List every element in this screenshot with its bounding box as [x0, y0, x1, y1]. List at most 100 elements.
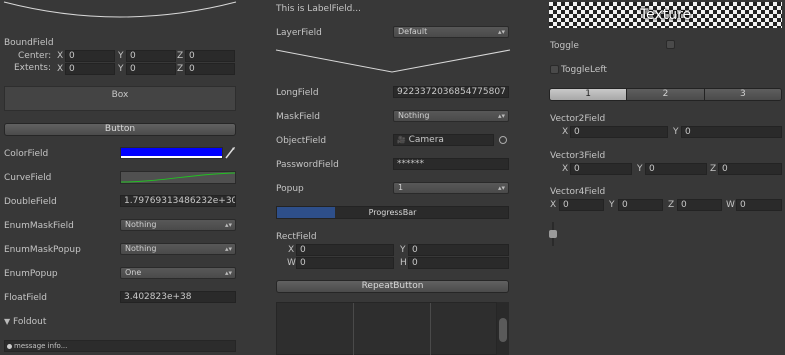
slider-thumb[interactable]	[549, 230, 557, 238]
toolbar-option-1[interactable]: 1	[550, 89, 628, 100]
rect-y-label: Y	[400, 245, 406, 255]
object-picker-icon[interactable]	[499, 136, 507, 144]
double-field[interactable]: 1.79769313486232e+308	[120, 195, 236, 207]
enum-popup-value: One	[125, 268, 142, 277]
long-field[interactable]: 9223372036854775807	[393, 86, 509, 98]
vector2-x-field[interactable]: 0	[570, 126, 668, 138]
popup-value: 1	[398, 183, 404, 192]
layer-field-value: Default	[398, 27, 428, 36]
curve-field[interactable]	[120, 171, 236, 184]
dropdown-arrow-icon: ▴▾	[497, 112, 505, 120]
repeat-button[interactable]: RepeatButton	[276, 280, 509, 293]
vector4-z-field[interactable]: 0	[677, 199, 722, 211]
foldout-arrow-icon: ▼	[4, 317, 11, 326]
rect-w-field[interactable]: 0	[296, 257, 394, 269]
top-curve-line	[3, 1, 237, 18]
vector4-x-label: X	[550, 200, 557, 210]
curve-field-label: CurveField	[4, 173, 52, 183]
center-y-label: Y	[118, 51, 124, 61]
dropdown-arrow-icon: ▴▾	[497, 184, 505, 192]
rect-y-field[interactable]: 0	[408, 244, 509, 256]
extents-x-label: X	[57, 64, 64, 74]
center-y-field[interactable]: 0	[126, 50, 176, 62]
vector3-z-field[interactable]: 0	[718, 163, 782, 175]
enum-mask-field-value: Nothing	[125, 220, 157, 229]
extents-y-field[interactable]: 0	[126, 63, 176, 75]
info-icon	[7, 343, 12, 349]
mask-field-value: Nothing	[398, 111, 430, 120]
enum-mask-field-label: EnumMaskField	[4, 221, 74, 231]
color-field[interactable]	[120, 147, 223, 159]
vector4-z-label: Z	[668, 200, 675, 210]
label-field: This is LabelField...	[276, 4, 361, 14]
vector2-y-field[interactable]: 0	[681, 126, 782, 138]
toggle-left-label: ToggleLeft	[561, 65, 607, 75]
vector4-w-field[interactable]: 0	[736, 199, 782, 211]
color-field-label: ColorField	[4, 149, 49, 159]
object-field-label: ObjectField	[276, 136, 327, 146]
float-field[interactable]: 3.402823e+38	[120, 291, 236, 303]
dropdown-arrow-icon: ▴▾	[224, 269, 232, 277]
extents-z-label: Z	[177, 64, 184, 74]
extents-y-label: Y	[118, 64, 124, 74]
extents-z-field[interactable]: 0	[185, 63, 235, 75]
rect-h-field[interactable]: 0	[408, 257, 509, 269]
progress-bar-label: ProgressBar	[368, 208, 417, 217]
enum-mask-field-dropdown[interactable]: Nothing ▴▾	[120, 219, 236, 231]
extents-x-field[interactable]: 0	[65, 63, 115, 75]
texture-preview: Texture	[549, 2, 782, 28]
bound-extents-label: Extents:	[14, 63, 52, 73]
foldout-label: Foldout	[13, 317, 47, 327]
vertical-scrollbar[interactable]	[497, 302, 509, 355]
texture-label: Texture	[639, 7, 692, 23]
layer-field-dropdown[interactable]: Default ▴▾	[393, 26, 509, 38]
popup-label: Popup	[276, 184, 304, 194]
rect-x-label: X	[288, 245, 295, 255]
help-box-text: message info...	[14, 342, 68, 350]
rect-x-field[interactable]: 0	[296, 244, 394, 256]
popup-dropdown[interactable]: 1 ▴▾	[393, 182, 509, 194]
enum-popup-dropdown[interactable]: One ▴▾	[120, 267, 236, 279]
long-field-label: LongField	[276, 88, 319, 98]
enum-mask-popup-value: Nothing	[125, 244, 157, 253]
button[interactable]: Button	[4, 123, 236, 136]
vector4-x-field[interactable]: 0	[559, 199, 604, 211]
password-field-label: PasswordField	[276, 160, 339, 170]
center-x-field[interactable]: 0	[65, 50, 115, 62]
layer-field-label: LayerField	[276, 28, 322, 38]
toolbar-option-3[interactable]: 3	[704, 89, 781, 100]
vector3-x-field[interactable]: 0	[570, 163, 632, 175]
vector3-z-label: Z	[710, 164, 717, 174]
dropdown-arrow-icon: ▴▾	[224, 221, 232, 229]
vertical-slider[interactable]	[549, 222, 557, 246]
foldout[interactable]: ▼ Foldout	[4, 317, 46, 327]
toolbar-option-2[interactable]: 2	[627, 89, 705, 100]
vector3-title: Vector3Field	[550, 151, 606, 161]
vector4-title: Vector4Field	[550, 187, 606, 197]
toggle-left-checkbox[interactable]	[550, 65, 559, 74]
center-z-field[interactable]: 0	[185, 50, 235, 62]
mask-field-dropdown[interactable]: Nothing ▴▾	[393, 110, 509, 122]
bound-field-title: BoundField	[4, 38, 54, 48]
password-field[interactable]: ******	[393, 158, 509, 170]
toggle-label: Toggle	[550, 41, 579, 51]
rect-field-title: RectField	[276, 232, 317, 242]
vector3-y-field[interactable]: 0	[645, 163, 707, 175]
bound-center-label: Center:	[18, 51, 52, 61]
box-label: Box	[111, 90, 129, 100]
eyedropper-icon[interactable]	[224, 146, 236, 159]
toggle-checkbox[interactable]	[666, 40, 675, 49]
toolbar: 1 2 3	[549, 88, 782, 101]
mask-field-label: MaskField	[276, 112, 320, 122]
help-box: message info...	[4, 340, 236, 352]
enum-mask-popup-dropdown[interactable]: Nothing ▴▾	[120, 243, 236, 255]
vector4-y-field[interactable]: 0	[618, 199, 663, 211]
float-field-label: FloatField	[4, 293, 48, 303]
scroll-view[interactable]	[276, 302, 497, 355]
color-swatch	[121, 148, 222, 156]
object-field[interactable]: 🎥 Camera	[393, 134, 494, 146]
scrollbar-thumb[interactable]	[499, 318, 507, 342]
vector4-w-label: W	[726, 200, 735, 210]
object-field-value: Camera	[408, 135, 444, 145]
enum-popup-label: EnumPopup	[4, 269, 58, 279]
